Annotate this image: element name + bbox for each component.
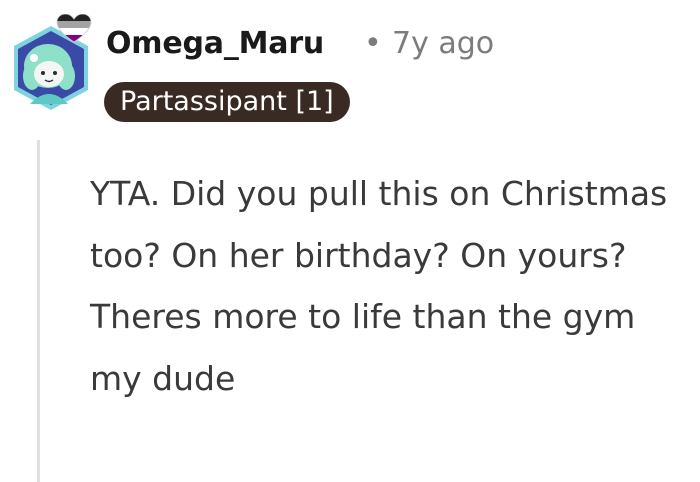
comment-timestamp[interactable]: 7y ago [392,24,494,64]
thread-line[interactable] [37,140,40,482]
user-flair-badge: Partassipant [1] [104,82,350,122]
author-username[interactable]: Omega_Maru [106,24,324,64]
comment-body: YTA. Did you pull this on Christmas too?… [90,174,668,398]
meta-separator: • [364,26,382,61]
comment: Omega_Maru • 7y ago Partassipant [1] YTA… [0,0,700,482]
avatar[interactable] [8,14,94,114]
pride-heart-icon [56,14,92,43]
